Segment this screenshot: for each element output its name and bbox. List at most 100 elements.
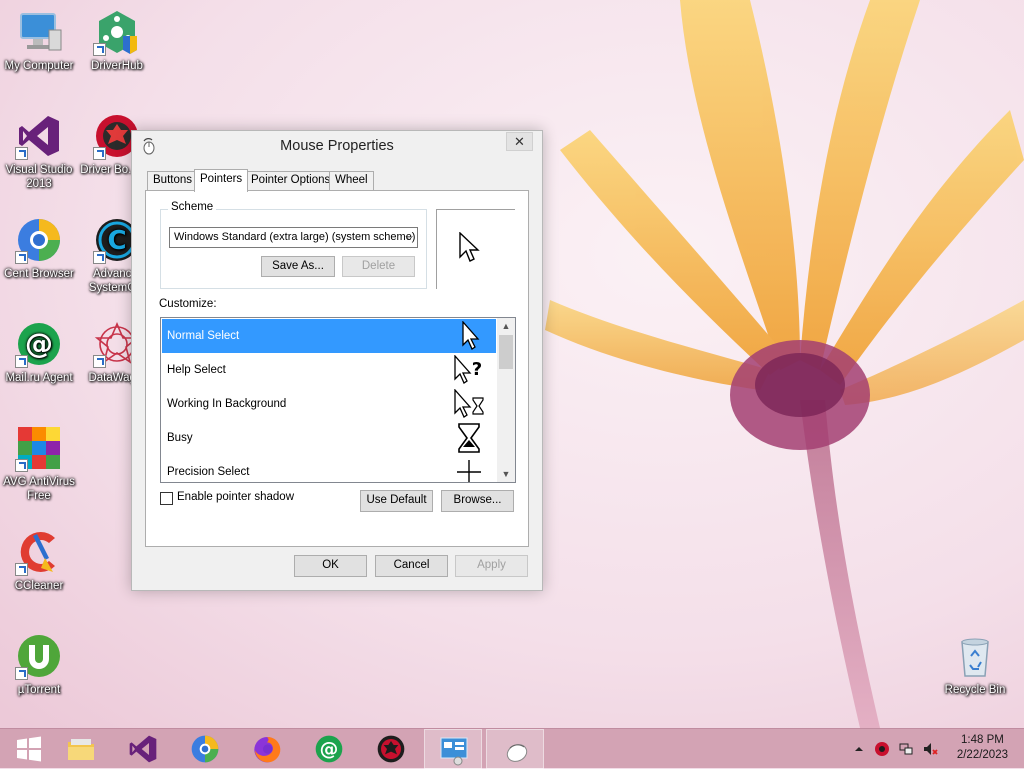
cent-browser-icon [191,735,219,763]
enable-pointer-shadow-label: Enable pointer shadow [177,491,294,503]
cancel-button[interactable]: Cancel [375,555,448,577]
desktop-icon-label: CCleaner [14,580,64,592]
start-button[interactable] [0,729,58,769]
mailru-agent-icon: @ [315,735,343,763]
ok-button[interactable]: OK [294,555,367,577]
desktop-icon-label: Recycle Bin [944,684,1006,696]
arrow-cursor-icon [459,232,480,262]
scroll-thumb[interactable] [499,335,513,369]
volume-muted-icon[interactable] [922,741,938,757]
crosshair-cursor-icon [457,460,481,482]
taskbar-cent-browser[interactable] [176,729,234,769]
list-item-label: Precision Select [167,466,250,478]
network-icon[interactable] [898,741,914,757]
mailru-agent-icon: @ [15,320,63,368]
desktop-icon-label: My Computer [4,60,74,72]
desktop-icon-driverhub[interactable]: DriverHub [79,8,155,73]
taskbar-mailru-agent[interactable]: @ [300,729,358,769]
list-item-label: Help Select [167,364,226,376]
desktop-icon-mailru-agent[interactable]: @ Mail.ru Agent [1,320,77,385]
start-icon [17,736,41,762]
dialog-title: Mouse Properties [280,138,394,154]
help-cursor-icon: ? [454,355,482,384]
desktop-icon-cent-browser[interactable]: Cent Browser [1,216,77,281]
tab-pointers[interactable]: Pointers [194,169,249,192]
working-cursor-icon [454,389,484,418]
scheme-selected-value: Windows Standard (extra large) (system s… [174,231,416,243]
scroll-up-icon[interactable]: ▲ [497,318,515,334]
list-item-label: Working In Background [167,398,287,410]
list-item-busy[interactable]: Busy [162,421,496,455]
taskbar-file-explorer[interactable] [52,729,110,769]
close-button[interactable]: ✕ [506,132,533,151]
list-scrollbar[interactable]: ▲ ▼ [497,318,515,482]
list-item-normal-select[interactable]: Normal Select [162,319,496,353]
browse-button[interactable]: Browse... [441,490,514,512]
cent-browser-icon [15,216,63,264]
desktop-icon-recycle-bin[interactable]: Recycle Bin [937,632,1013,697]
avg-icon [15,424,63,472]
delete-button[interactable]: Delete [342,256,415,277]
taskbar-firefox[interactable] [238,729,296,769]
apply-button[interactable]: Apply [455,555,528,577]
scroll-down-icon[interactable]: ▼ [497,466,515,482]
visual-studio-icon [15,112,63,160]
enable-pointer-shadow-checkbox[interactable] [160,492,173,505]
visual-studio-icon [129,735,157,763]
svg-text:?: ? [472,359,482,380]
list-item-label: Normal Select [167,330,240,342]
busy-cursor-icon [458,423,480,453]
file-explorer-icon [68,739,94,760]
tab-wheel[interactable]: Wheel [329,171,374,191]
arrow-cursor-icon [462,321,480,350]
desktop-icon-label: Mail.ru Agent [5,372,73,384]
desktop-icon-utorrent[interactable]: µTorrent [1,632,77,697]
chevron-down-icon: ⌵ [405,232,413,243]
clock-time: 1:48 PM [961,734,1004,746]
svg-text:@: @ [25,327,53,360]
taskbar-mouse-properties[interactable] [486,729,544,769]
system-clock[interactable]: 1:48 PM 2/22/2023 [957,733,1008,763]
desktop-icon-label: Cent Browser [4,268,74,280]
mouse-icon [506,744,528,762]
scheme-dropdown[interactable]: Windows Standard (extra large) (system s… [169,227,418,248]
desktop-icon-my-computer[interactable]: My Computer [1,8,77,73]
mouse-properties-dialog: Mouse Properties ✕ Buttons Pointers Poin… [131,130,543,591]
computer-icon [15,8,63,56]
dialog-titlebar[interactable]: Mouse Properties ✕ [132,131,542,161]
driver-booster-tray-icon[interactable] [874,741,890,757]
taskbar-visual-studio[interactable] [114,729,172,769]
desktop-icon-ccleaner[interactable]: CCleaner [1,528,77,593]
desktop-icon-avg[interactable]: AVG AntiVirus Free [1,424,77,503]
desktop-icon-label: AVG AntiVirus Free [3,476,75,502]
utorrent-icon [15,632,63,680]
scheme-group: Scheme Windows Standard (extra large) (s… [160,201,427,289]
list-item-label: Busy [167,432,193,444]
desktop-icon-label: µTorrent [17,684,61,696]
tab-buttons[interactable]: Buttons [147,171,198,191]
desktop-icon-visual-studio[interactable]: Visual Studio 2013 [1,112,77,191]
driver-booster-icon [377,735,405,763]
customize-label: Customize: [159,298,217,310]
ccleaner-icon [15,528,63,576]
use-default-button[interactable]: Use Default [360,490,433,512]
close-icon: ✕ [514,134,525,149]
list-item-help-select[interactable]: Help Select ? [162,353,496,387]
cursor-preview [436,209,515,289]
pointers-tab-panel: Scheme Windows Standard (extra large) (s… [145,190,529,547]
taskbar-control-panel[interactable] [424,729,482,769]
taskbar: @ 1:48 PM 2/22/2023 [0,728,1024,769]
svg-text:@: @ [320,739,339,760]
recycle-bin-icon [951,632,999,680]
list-item-precision-select[interactable]: Precision Select [162,455,496,482]
driverhub-icon [93,8,141,56]
cursor-list[interactable]: Normal Select Help Select ? Working In B… [160,317,516,483]
taskbar-driver-booster[interactable] [362,729,420,769]
show-hidden-icons-icon[interactable] [851,741,867,757]
tab-pointer-options[interactable]: Pointer Options [245,171,337,191]
save-as-button[interactable]: Save As... [261,256,335,277]
desktop-icon-label: DriverHub [91,60,143,72]
desktop-icon-label: Visual Studio 2013 [5,164,73,190]
clock-date: 2/22/2023 [956,749,1008,761]
list-item-working-in-background[interactable]: Working In Background [162,387,496,421]
